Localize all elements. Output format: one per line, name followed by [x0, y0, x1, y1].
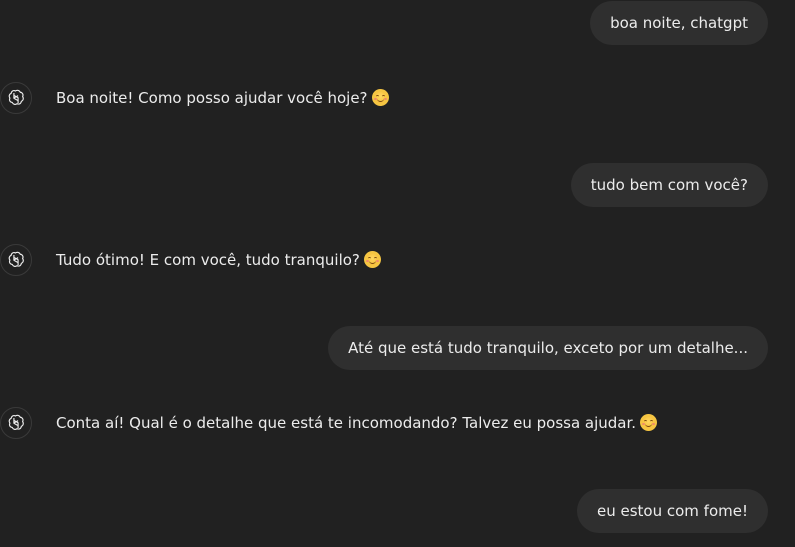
assistant-message: Tudo ótimo! E com você, tudo tranquilo? — [0, 242, 381, 278]
user-message: boa noite, chatgpt — [590, 1, 768, 45]
user-message-text: eu estou com fome! — [597, 502, 748, 520]
openai-logo-icon — [0, 244, 32, 276]
chat-thread: boa noite, chatgpt Boa noite! Como posso… — [0, 0, 795, 547]
assistant-text: Conta aí! Qual é o detalhe que está te i… — [56, 414, 637, 432]
user-message-text: boa noite, chatgpt — [610, 14, 748, 32]
user-message-text: tudo bem com você? — [590, 176, 748, 194]
assistant-message: Conta aí! Qual é o detalhe que está te i… — [0, 405, 658, 441]
openai-logo-icon — [0, 82, 32, 114]
user-message: tudo bem com você? — [570, 163, 768, 207]
smiling-face-icon — [640, 414, 658, 431]
assistant-message-text: Tudo ótimo! E com você, tudo tranquilo? — [56, 250, 381, 270]
user-message: eu estou com fome! — [577, 489, 768, 533]
assistant-message-text: Conta aí! Qual é o detalhe que está te i… — [56, 413, 658, 433]
user-message-text: Até que está tudo tranquilo, exceto por … — [348, 339, 748, 357]
assistant-text: Tudo ótimo! E com você, tudo tranquilo? — [56, 251, 360, 269]
assistant-message: Boa noite! Como posso ajudar você hoje? — [0, 80, 389, 116]
assistant-text: Boa noite! Como posso ajudar você hoje? — [56, 89, 368, 107]
user-message: Até que está tudo tranquilo, exceto por … — [328, 326, 768, 370]
smiling-face-icon — [363, 251, 381, 268]
smiling-face-icon — [371, 89, 389, 106]
openai-logo-icon — [0, 407, 32, 439]
assistant-message-text: Boa noite! Como posso ajudar você hoje? — [56, 88, 389, 108]
